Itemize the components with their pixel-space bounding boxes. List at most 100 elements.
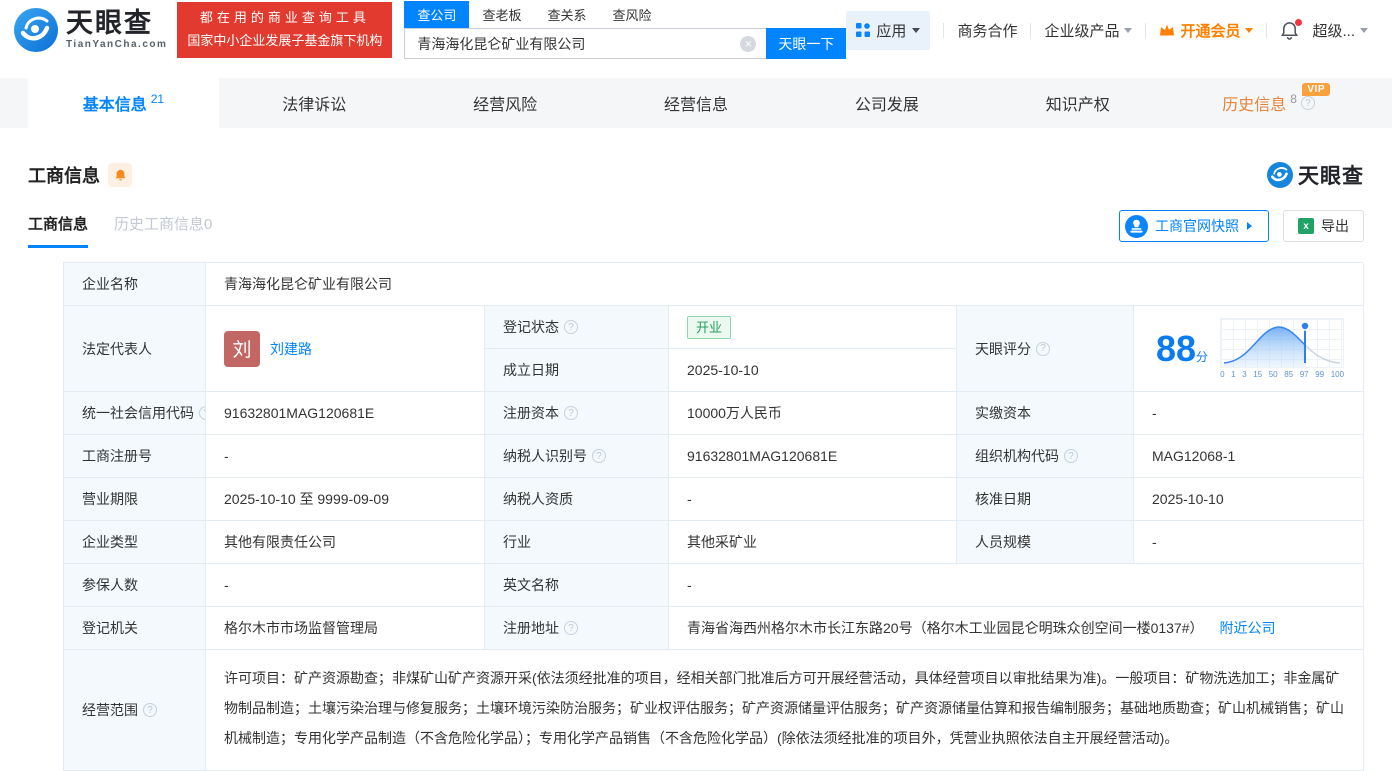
nav-enterprise-products[interactable]: 企业级产品 bbox=[1044, 20, 1132, 41]
chevron-down-icon bbox=[1360, 28, 1368, 37]
promo-line1: 都在用的商业查询工具 bbox=[187, 7, 382, 30]
legal-rep-avatar[interactable]: 刘 bbox=[224, 331, 260, 367]
business-info-table: 企业名称 青海海化昆仑矿业有限公司 法定代表人 刘 刘建路 登记状态 开业 成立… bbox=[63, 262, 1363, 771]
field-label-reg-authority: 登记机关 bbox=[64, 607, 206, 650]
promo-banner: 都在用的商业查询工具 国家中小企业发展子基金旗下机构 bbox=[177, 2, 392, 58]
label-text: 核准日期 bbox=[975, 489, 1031, 509]
help-icon[interactable] bbox=[564, 406, 578, 420]
help-icon[interactable] bbox=[143, 703, 157, 717]
label-text: 天眼评分 bbox=[975, 339, 1031, 359]
field-label-paid-capital: 实缴资本 bbox=[957, 392, 1134, 435]
tab-legal-proceedings[interactable]: 法律诉讼 bbox=[219, 78, 410, 128]
tab-basic-count: 21 bbox=[151, 92, 164, 106]
field-value-business-term: 2025-10-10 至 9999-09-09 bbox=[206, 478, 485, 521]
nearby-companies-link[interactable]: 附近公司 bbox=[1220, 618, 1276, 638]
label-text: 登记状态 bbox=[503, 317, 559, 337]
field-value-legal-rep: 刘 刘建路 bbox=[206, 306, 485, 392]
value-text: - bbox=[224, 448, 229, 464]
field-value-industry: 其他采矿业 bbox=[669, 521, 957, 564]
value-text: 91632801MAG120681E bbox=[224, 405, 374, 421]
field-label-english-name: 英文名称 bbox=[485, 564, 669, 607]
official-snapshot-button[interactable]: 工商官网快照 bbox=[1119, 210, 1269, 242]
field-label-reg-address: 注册地址 bbox=[485, 607, 669, 650]
stamp-icon bbox=[1125, 215, 1148, 238]
subtab-history-business-info[interactable]: 历史工商信息0 bbox=[114, 213, 212, 248]
field-label-insured-num: 参保人数 bbox=[64, 564, 206, 607]
membership-label: 开通会员 bbox=[1180, 20, 1240, 41]
tab-company-development[interactable]: 公司发展 bbox=[791, 78, 982, 128]
snapshot-label: 工商官网快照 bbox=[1155, 216, 1239, 236]
search-tab-relation[interactable]: 查关系 bbox=[534, 1, 599, 28]
help-icon[interactable] bbox=[1036, 342, 1050, 356]
tianyancha-logo[interactable]: 天眼查 TianYanCha.com bbox=[14, 8, 167, 52]
tab-history-info[interactable]: VIP 历史信息 8 bbox=[1173, 78, 1364, 128]
field-value-org-code: MAG12068-1 bbox=[1134, 435, 1364, 478]
value-text: 其他采矿业 bbox=[687, 532, 757, 552]
nav-open-membership[interactable]: 开通会员 bbox=[1159, 20, 1253, 41]
help-icon[interactable] bbox=[1064, 449, 1078, 463]
value-text: 格尔木市市场监督管理局 bbox=[224, 618, 378, 638]
help-icon[interactable] bbox=[199, 406, 206, 420]
status-badge: 开业 bbox=[687, 316, 731, 339]
apps-label: 应用 bbox=[876, 20, 906, 41]
help-icon[interactable] bbox=[564, 621, 578, 635]
field-value-establish-date: 2025-10-10 bbox=[669, 349, 957, 392]
promo-line2: 国家中小企业发展子基金旗下机构 bbox=[187, 30, 382, 53]
tab-operation-label: 经营信息 bbox=[664, 91, 728, 115]
search-tab-risk[interactable]: 查风险 bbox=[599, 1, 664, 28]
subscribe-bell-button[interactable] bbox=[108, 163, 132, 187]
apps-menu[interactable]: 应用 bbox=[846, 11, 930, 50]
bell-icon bbox=[114, 168, 127, 182]
clear-search-icon[interactable] bbox=[740, 36, 756, 52]
vip-badge: VIP bbox=[1302, 83, 1330, 96]
tab-risk-label: 经营风险 bbox=[473, 91, 537, 115]
tab-ip-label: 知识产权 bbox=[1046, 91, 1110, 115]
export-button[interactable]: 导出 bbox=[1283, 210, 1364, 242]
subtab-business-info[interactable]: 工商信息 bbox=[28, 213, 88, 248]
search-input[interactable] bbox=[405, 36, 740, 52]
search-tab-boss[interactable]: 查老板 bbox=[469, 1, 534, 28]
label-text: 工商注册号 bbox=[82, 446, 152, 466]
field-value-business-scope: 许可项目：矿产资源勘查；非煤矿山矿产资源开采(依法须经批准的项目，经相关部门批准… bbox=[206, 650, 1364, 771]
label-text: 登记机关 bbox=[82, 618, 138, 638]
tab-operating-risk[interactable]: 经营风险 bbox=[410, 78, 601, 128]
field-label-taxpayer-quality: 纳税人资质 bbox=[485, 478, 669, 521]
tab-history-label: 历史信息 bbox=[1222, 91, 1286, 115]
label-text: 法定代表人 bbox=[82, 339, 152, 359]
help-icon[interactable] bbox=[592, 449, 606, 463]
field-label-legal-rep: 法定代表人 bbox=[64, 306, 206, 392]
logo-title: 天眼查 bbox=[66, 10, 167, 37]
tab-basic-info[interactable]: 基本信息 21 bbox=[28, 78, 219, 128]
field-value-staff-size: - bbox=[1134, 521, 1364, 564]
label-text: 营业期限 bbox=[82, 489, 138, 509]
field-label-approval-date: 核准日期 bbox=[957, 478, 1134, 521]
crown-icon bbox=[1159, 23, 1175, 37]
tab-intellectual-property[interactable]: 知识产权 bbox=[982, 78, 1173, 128]
tianyancha-logo-icon bbox=[1267, 162, 1293, 188]
nav-cooperation[interactable]: 商务合作 bbox=[957, 20, 1017, 41]
label-text: 实缴资本 bbox=[975, 403, 1031, 423]
watermark-logo: 天眼查 bbox=[1267, 160, 1364, 190]
legal-rep-link[interactable]: 刘建路 bbox=[270, 339, 312, 359]
field-label-reg-no: 工商注册号 bbox=[64, 435, 206, 478]
section-title: 工商信息 bbox=[28, 162, 100, 188]
divider bbox=[1266, 23, 1267, 38]
top-header: 天眼查 TianYanCha.com 都在用的商业查询工具 国家中小企业发展子基… bbox=[0, 0, 1392, 60]
search-box bbox=[404, 28, 766, 59]
search-tabs: 查公司 查老板 查关系 查风险 bbox=[404, 1, 846, 28]
nav-super-vip[interactable]: 超级... bbox=[1312, 20, 1368, 41]
help-icon[interactable] bbox=[1301, 96, 1315, 110]
field-label-business-scope: 经营范围 bbox=[64, 650, 206, 771]
help-icon[interactable] bbox=[564, 320, 578, 334]
label-text: 人员规模 bbox=[975, 532, 1031, 552]
field-label-org-code: 组织机构代码 bbox=[957, 435, 1134, 478]
field-label-establish-date: 成立日期 bbox=[485, 349, 669, 392]
search-button[interactable]: 天眼一下 bbox=[766, 28, 846, 59]
score-unit: 分 bbox=[1196, 350, 1208, 364]
company-name-text: 青海海化昆仑矿业有限公司 bbox=[224, 274, 392, 294]
tab-operating-info[interactable]: 经营信息 bbox=[601, 78, 792, 128]
label-text: 企业类型 bbox=[82, 532, 138, 552]
search-tab-company[interactable]: 查公司 bbox=[404, 1, 469, 28]
notifications-bell[interactable] bbox=[1280, 21, 1299, 40]
field-label-business-term: 营业期限 bbox=[64, 478, 206, 521]
